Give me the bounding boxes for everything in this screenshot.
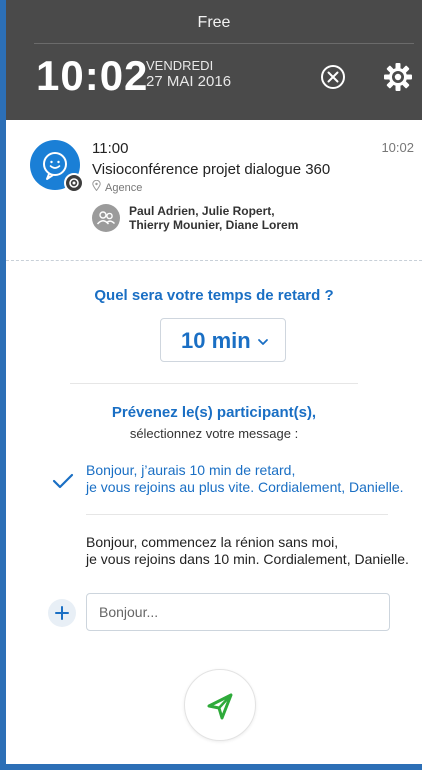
participants-list: Paul Adrien, Julie Ropert, Thierry Mouni… <box>129 204 298 232</box>
add-message-button[interactable] <box>48 599 76 627</box>
location-pin-icon <box>92 179 102 194</box>
participants-prompt-title: Prévenez le(s) participant(s), <box>111 404 317 421</box>
received-time: 10:02 <box>381 140 414 155</box>
message-option-2-line-1: Bonjour, commencez la rénion sans moi, <box>86 534 339 550</box>
message-option-2-line-2: je vous rejoins dans 10 min. Cordialemen… <box>86 551 409 567</box>
date-label: 27 MAI 2016 <box>146 73 232 90</box>
delay-value: 10 min <box>181 328 251 353</box>
header-divider <box>34 43 414 44</box>
app-badge-icon <box>64 173 84 193</box>
meeting-time: 11:00 <box>92 140 129 157</box>
custom-message-input[interactable] <box>86 593 390 631</box>
participants-line-2: Thierry Mounier, Diane Lorem <box>129 218 299 232</box>
checkmark-icon <box>52 473 74 489</box>
dismiss-icon[interactable] <box>320 64 346 90</box>
send-button[interactable] <box>184 669 256 741</box>
message-option-1-line-1: Bonjour, j’aurais 10 min de retard, <box>86 462 296 478</box>
message-option-1[interactable]: Bonjour, j’aurais 10 min de retard, je v… <box>86 462 404 496</box>
message-option-1-line-2: je vous rejoins au plus vite. Cordialeme… <box>86 479 404 495</box>
app-frame: Free 10:02 VENDREDI 27 MAI 2016 11:00 10… <box>6 0 422 770</box>
section-divider <box>70 383 358 384</box>
participants-prompt-subtitle: sélectionnez votre message : <box>129 426 299 441</box>
send-icon <box>207 693 233 720</box>
meeting-notification[interactable]: 11:00 10:02 Visioconférence projet dialo… <box>6 120 422 262</box>
carrier-name: Free <box>197 14 231 31</box>
participants-line-1: Paul Adrien, Julie Ropert, <box>129 204 275 218</box>
delay-select[interactable]: 10 min <box>160 318 286 362</box>
message-option-2[interactable]: Bonjour, commencez la rénion sans moi, j… <box>86 534 409 568</box>
chevron-down-icon <box>258 339 268 345</box>
meeting-title: Visioconférence projet dialogue 360 <box>92 161 331 178</box>
message-divider <box>86 514 388 515</box>
bottom-edge <box>6 764 422 770</box>
group-icon <box>92 204 120 232</box>
plus-icon <box>55 606 69 620</box>
notification-header: Free 10:02 VENDREDI 27 MAI 2016 <box>6 0 422 120</box>
dashed-divider <box>6 260 422 261</box>
settings-gear-icon[interactable] <box>382 61 414 93</box>
location-label: Agence <box>105 182 143 194</box>
meeting-location: Agence <box>92 179 143 194</box>
delay-question: Quel sera votre temps de retard ? <box>94 287 334 304</box>
day-name: VENDREDI <box>146 58 214 73</box>
clock-time: 10:02 <box>36 52 149 99</box>
